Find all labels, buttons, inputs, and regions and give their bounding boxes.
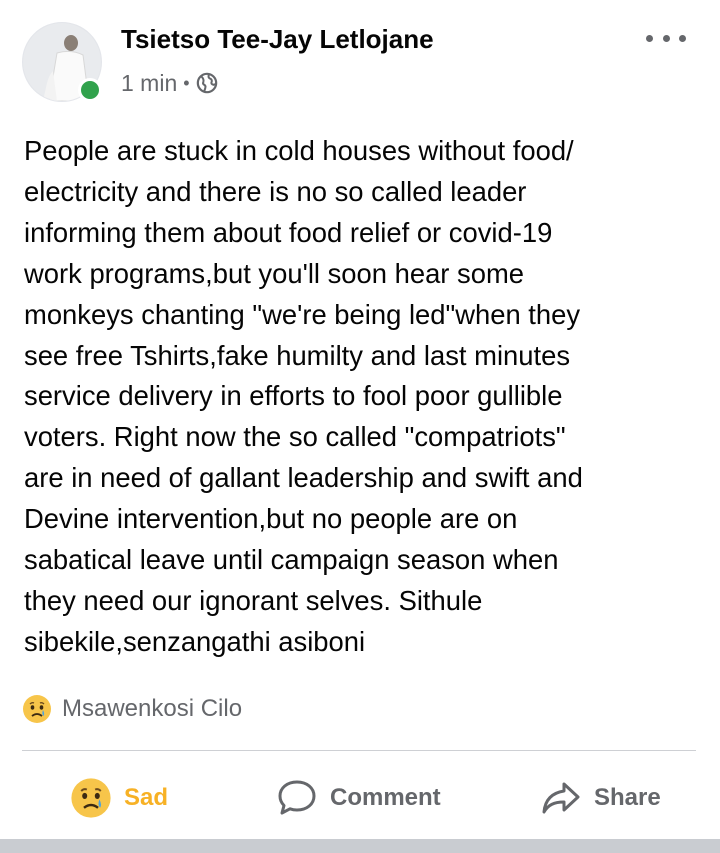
meta-separator: • bbox=[183, 72, 190, 93]
sad-emoji-icon bbox=[71, 778, 111, 818]
reactor-name: Msawenkosi Cilo bbox=[62, 695, 243, 722]
avatar[interactable] bbox=[22, 22, 104, 104]
post-meta: 1 min • bbox=[121, 68, 218, 98]
reactions-summary[interactable]: Msawenkosi Cilo bbox=[22, 690, 242, 728]
sad-emoji-icon bbox=[23, 695, 51, 723]
sad-reaction-button[interactable]: Sad bbox=[70, 772, 168, 824]
globe-icon[interactable] bbox=[196, 72, 218, 94]
author-name[interactable]: Tsietso Tee-Jay Letlojane bbox=[121, 24, 434, 55]
share-label: Share bbox=[594, 784, 661, 811]
post-card: Tsietso Tee-Jay Letlojane 1 min • People… bbox=[0, 0, 720, 853]
online-status-indicator bbox=[78, 78, 102, 102]
share-icon bbox=[542, 782, 580, 814]
bottom-separator-bar bbox=[0, 839, 720, 853]
comment-button[interactable]: Comment bbox=[276, 772, 441, 824]
comment-icon bbox=[278, 780, 316, 815]
share-button[interactable]: Share bbox=[540, 772, 661, 824]
sad-label: Sad bbox=[124, 784, 169, 811]
comment-label: Comment bbox=[330, 784, 441, 811]
post-timestamp[interactable]: 1 min bbox=[121, 70, 177, 97]
more-options-icon[interactable] bbox=[646, 28, 686, 48]
divider bbox=[22, 750, 696, 751]
action-bar: Sad Comment Share bbox=[0, 772, 720, 824]
post-text: People are stuck in cold houses without … bbox=[24, 135, 583, 657]
